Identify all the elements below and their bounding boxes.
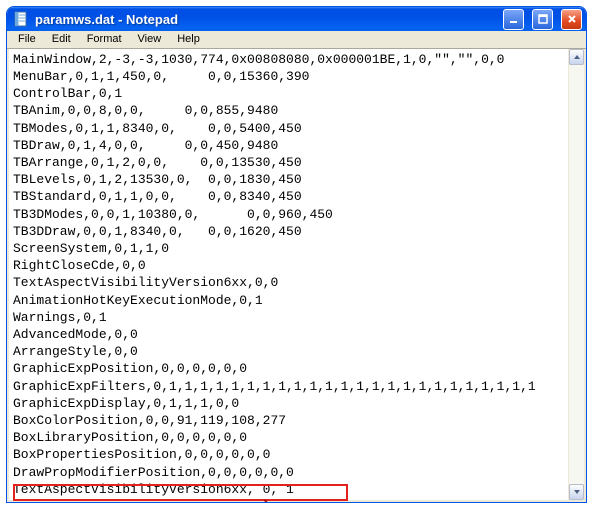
menu-edit[interactable]: Edit <box>45 31 78 47</box>
scroll-up-button[interactable] <box>569 49 584 65</box>
vertical-scrollbar[interactable] <box>568 49 584 500</box>
menubar: File Edit Format View Help <box>7 31 586 48</box>
scroll-track[interactable] <box>569 65 584 484</box>
titlebar[interactable]: paramws.dat - Notepad <box>7 7 586 31</box>
notepad-icon <box>13 11 29 27</box>
maximize-button[interactable] <box>532 9 553 30</box>
menu-help[interactable]: Help <box>170 31 207 47</box>
scroll-down-button[interactable] <box>569 484 584 500</box>
menu-view[interactable]: View <box>131 31 169 47</box>
close-button[interactable] <box>561 9 582 30</box>
text-area[interactable]: MainWindow,2,-3,-3,1030,774,0x00808080,0… <box>9 49 568 500</box>
client-area: MainWindow,2,-3,-3,1030,774,0x00808080,0… <box>7 49 586 502</box>
notepad-window: paramws.dat - Notepad File Edit Format V… <box>6 6 587 503</box>
minimize-button[interactable] <box>503 9 524 30</box>
window-title: paramws.dat - Notepad <box>35 12 495 27</box>
menu-file[interactable]: File <box>11 31 43 47</box>
menu-format[interactable]: Format <box>80 31 129 47</box>
